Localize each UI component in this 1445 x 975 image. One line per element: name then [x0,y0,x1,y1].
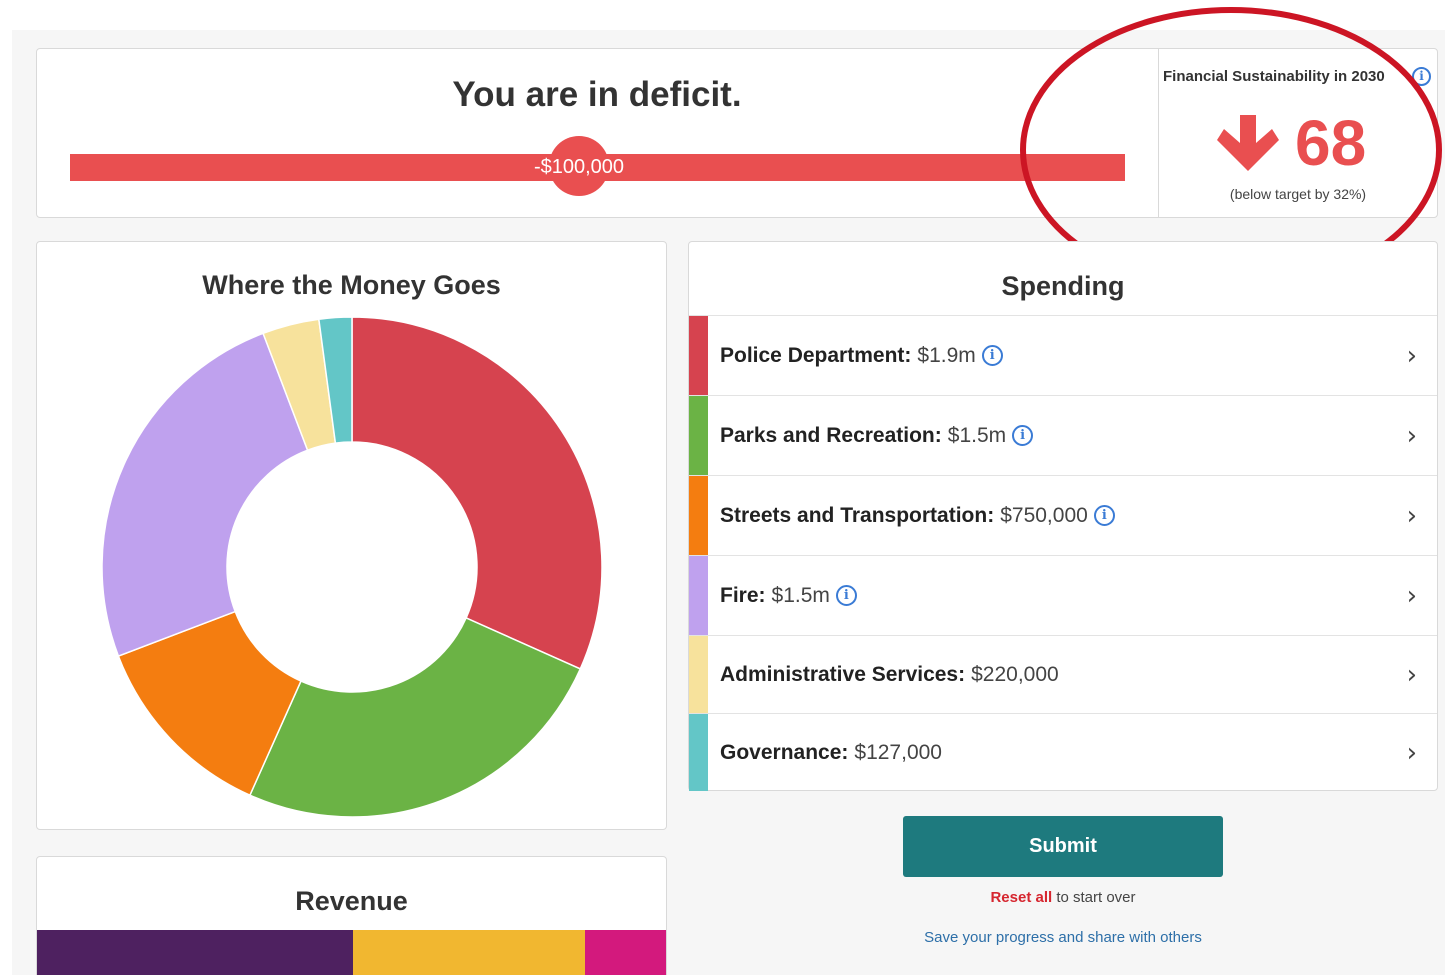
revenue-segment[interactable] [352,930,586,975]
chevron-right-icon[interactable]: › [1407,714,1417,791]
spending-row[interactable]: Streets and Transportation: $750,000 i › [689,475,1437,555]
sustainability-note: (below target by 32%) [1229,186,1367,202]
spending-row-text: Parks and Recreation: $1.5m i [720,396,1034,475]
spending-row[interactable]: Administrative Services: $220,000 › [689,635,1437,713]
info-icon[interactable]: i [1093,505,1115,526]
info-icon[interactable]: i [1412,67,1431,86]
spending-category-name: Parks and Recreation: [720,423,942,447]
donut-chart-title: Where the Money Goes [202,270,501,300]
spending-category-name: Fire: [720,583,766,607]
spending-row-text: Streets and Transportation: $750,000 i [720,476,1115,555]
info-icon[interactable]: i [1012,425,1034,446]
category-color-swatch [689,476,708,555]
revenue-segment[interactable] [37,930,353,975]
spending-category-name: Governance: [720,740,849,764]
spending-row[interactable]: Governance: $127,000 › [689,713,1437,791]
chevron-right-icon[interactable]: › [1407,476,1417,555]
donut-slice-fire[interactable] [101,332,309,658]
spending-row-text: Police Department: $1.9m i [720,316,1003,395]
chevron-right-icon[interactable]: › [1407,316,1417,395]
sustainability-label: Financial Sustainability in 2030 [1163,68,1385,85]
budget-status-card: You are in deficit. -$100,000 Financial … [36,48,1438,218]
divider [1158,49,1159,217]
spending-row-text: Administrative Services: $220,000 [720,636,1059,713]
revenue-card: Revenue [36,856,667,975]
category-color-swatch [689,636,708,713]
info-icon[interactable]: i [835,585,857,606]
spending-category-name: Administrative Services: [720,662,966,686]
sustainability-score: 68 [1295,107,1367,179]
spending-title: Spending [1001,271,1125,301]
spending-category-name: Streets and Transportation: [720,503,995,527]
donut-slice-police-department[interactable] [351,316,603,670]
arrow-down-icon [1217,115,1279,171]
deficit-amount: -$100,000 [533,156,625,178]
deficit-heading: You are in deficit. [452,75,742,114]
category-color-swatch [689,556,708,635]
where-money-goes-card: Where the Money Goes [36,241,667,830]
reset-hint-text: to start over [1052,889,1136,906]
reset-line: Reset all to start over [903,889,1223,906]
spending-amount: $1.9m [917,343,976,367]
spending-row[interactable]: Parks and Recreation: $1.5m i › [689,395,1437,475]
info-icon[interactable]: i [981,345,1003,366]
revenue-bar [37,930,666,975]
chevron-right-icon[interactable]: › [1407,396,1417,475]
reset-all-link[interactable]: Reset all [990,889,1052,906]
spending-amount: $220,000 [971,662,1059,686]
save-progress-link[interactable]: Save your progress and share with others [860,929,1266,946]
spending-amount: $1.5m [947,423,1007,447]
chevron-right-icon[interactable]: › [1407,556,1417,635]
spending-amount: $127,000 [854,740,942,764]
chevron-right-icon[interactable]: › [1407,636,1417,713]
submit-button[interactable]: Submit [903,816,1223,877]
spending-row[interactable]: Police Department: $1.9m i › [689,315,1437,395]
revenue-segment[interactable] [585,930,666,975]
spending-category-name: Police Department: [720,343,912,367]
spending-row-text: Governance: $127,000 [720,714,942,791]
spending-card: Spending Police Department: $1.9m i › Parks … [688,241,1438,791]
spending-amount: $1.5m [771,583,830,607]
spending-row-text: Fire: $1.5m i [720,556,857,635]
spending-row[interactable]: Fire: $1.5m i › [689,555,1437,635]
donut-slice-parks-and-recreation[interactable] [248,616,582,818]
category-color-swatch [689,316,708,395]
spending-amount: $750,000 [1000,503,1088,527]
revenue-title: Revenue [295,886,408,916]
spending-donut-chart [101,316,603,818]
category-color-swatch [689,396,708,475]
category-color-swatch [689,714,708,791]
